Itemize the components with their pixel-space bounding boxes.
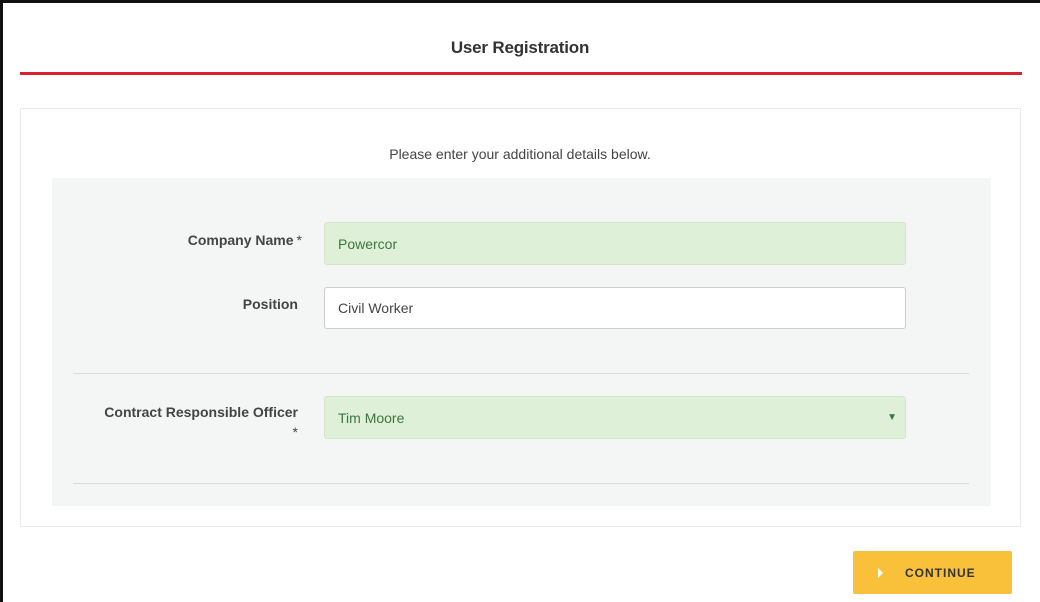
required-marker: *: [296, 232, 302, 248]
company-name-field[interactable]: Powercor: [324, 222, 906, 265]
section-divider-bottom: [73, 483, 969, 484]
company-name-value: Powercor: [338, 235, 398, 252]
position-value: Civil Worker: [338, 300, 414, 316]
chevron-down-icon: ▼: [887, 412, 897, 423]
company-name-label: Company Name *: [80, 232, 302, 248]
title-underline: [20, 72, 1022, 75]
continue-button-label: CONTINUE: [905, 565, 976, 580]
required-marker: *: [292, 424, 298, 440]
contract-officer-select[interactable]: Tim Moore ▼: [324, 396, 906, 439]
position-label: Position: [242, 296, 298, 312]
caret-right-icon: [878, 567, 883, 578]
contract-officer-label: Contract Responsible Officer: [60, 404, 298, 420]
intro-text: Please enter your additional details bel…: [389, 146, 651, 162]
continue-button[interactable]: CONTINUE: [853, 551, 1012, 594]
position-field[interactable]: Civil Worker: [324, 287, 906, 329]
contract-officer-value: Tim Moore: [338, 409, 405, 426]
page-title: User Registration: [450, 38, 590, 57]
window-border-top: [0, 0, 1040, 3]
company-name-label-text: Company Name: [187, 232, 294, 248]
window-border-left: [0, 0, 3, 602]
contract-officer-label-text: Contract Responsible Officer: [104, 404, 298, 420]
section-divider: [73, 373, 969, 374]
